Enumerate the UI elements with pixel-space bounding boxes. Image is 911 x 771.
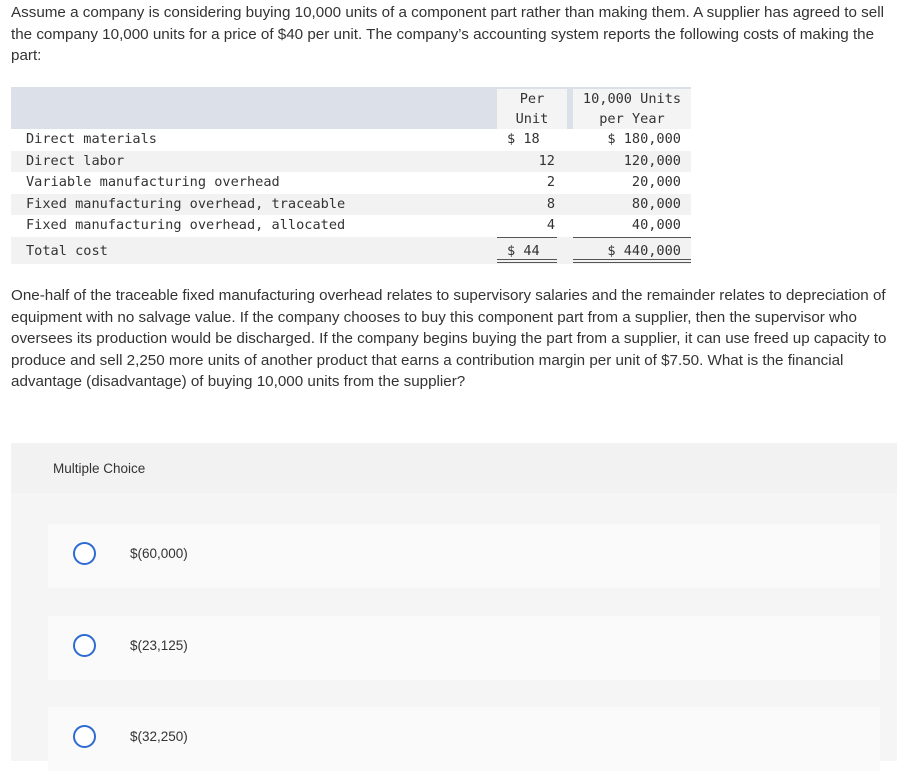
row-per-year: 20,000 — [631, 174, 681, 190]
option-label: $(32,250) — [130, 729, 188, 744]
row-per-year: 80,000 — [631, 195, 681, 212]
row-label: Fixed manufacturing overhead, traceable — [26, 195, 346, 212]
row-label: Fixed manufacturing overhead, allocated — [26, 217, 346, 233]
multiple-choice-options: $(60,000) $(23,125) $(32,250) — [11, 493, 897, 771]
row-per-year: $ 180,000 — [607, 131, 681, 147]
answer-option[interactable]: $(60,000) — [48, 524, 880, 588]
multiple-choice-label: Multiple Choice — [53, 461, 146, 476]
per-unit-header-line1: Per — [519, 91, 545, 107]
row-per-unit: $ 18 — [507, 131, 540, 147]
cost-table: Per Unit 10,000 Units per Year Direct ma… — [11, 87, 691, 264]
row-per-unit: 12 — [538, 152, 555, 169]
answer-option[interactable]: $(32,250) — [48, 707, 880, 771]
per-year-header: 10,000 Units per Year — [573, 89, 691, 129]
total-double-rule — [497, 258, 557, 263]
per-unit-header: Per Unit — [497, 89, 567, 129]
row-per-year: 120,000 — [623, 152, 681, 169]
table-header: Per Unit 10,000 Units per Year — [11, 87, 691, 129]
option-label: $(23,125) — [130, 638, 188, 653]
table-row: Fixed manufacturing overhead, allocated … — [11, 215, 691, 237]
total-label: Total cost — [26, 242, 108, 259]
row-per-year: 40,000 — [631, 217, 681, 233]
row-label: Direct materials — [26, 131, 157, 147]
multiple-choice-header: Multiple Choice — [11, 443, 897, 493]
problem-intro: Assume a company is considering buying 1… — [11, 4, 884, 64]
table-row: Direct labor 12 120,000 — [11, 150, 691, 172]
answer-option[interactable]: $(23,125) — [48, 616, 880, 680]
table-row: Direct materials $ 18 $ 180,000 — [11, 129, 691, 151]
row-per-unit: 8 — [546, 195, 555, 212]
row-per-unit: 4 — [546, 217, 555, 233]
option-label: $(60,000) — [130, 546, 188, 561]
table-row-total: Total cost $ 44 $ 440,000 — [11, 236, 691, 264]
radio-button[interactable] — [73, 634, 96, 657]
per-year-header-line2: per Year — [599, 111, 665, 127]
row-per-unit: 2 — [546, 174, 555, 190]
table-row: Variable manufacturing overhead 2 20,000 — [11, 172, 691, 194]
per-year-header-line1: 10,000 Units — [582, 91, 682, 107]
question-text: One-half of the traceable fixed manufact… — [11, 287, 887, 390]
total-double-rule — [573, 258, 691, 263]
radio-button[interactable] — [73, 542, 96, 565]
row-label: Direct labor — [26, 152, 125, 169]
radio-button[interactable] — [73, 725, 96, 748]
table-row: Fixed manufacturing overhead, traceable … — [11, 193, 691, 215]
row-label: Variable manufacturing overhead — [26, 174, 280, 190]
per-unit-header-line2: Unit — [515, 111, 549, 127]
